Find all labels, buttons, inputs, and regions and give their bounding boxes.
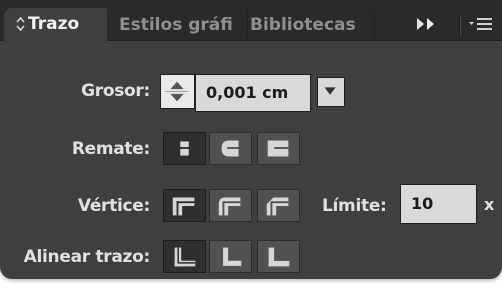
- grosor-label: Grosor:: [81, 81, 150, 101]
- stepper-arrows-icon[interactable]: [161, 75, 194, 108]
- collapse-arrows-icon[interactable]: [16, 16, 25, 32]
- alinear-trazo-label: Alinear trazo:: [23, 247, 151, 267]
- toolbar-divider: [459, 15, 461, 35]
- tab-estilos-graficos[interactable]: Estilos gráfi: [119, 10, 247, 40]
- tab-divider: [374, 12, 375, 38]
- double-chevron-right-icon[interactable]: [413, 16, 439, 32]
- bevel-join-button[interactable]: [257, 189, 300, 222]
- align-outside-button[interactable]: [257, 240, 300, 273]
- tab-divider: [247, 12, 248, 38]
- round-cap-icon: [221, 140, 241, 157]
- limite-unit: x: [484, 195, 495, 214]
- projecting-cap-button[interactable]: [257, 132, 300, 165]
- round-join-icon: [218, 197, 241, 216]
- grosor-dropdown[interactable]: [317, 77, 345, 107]
- align-inside-button[interactable]: [209, 240, 252, 273]
- align-outside-icon: [268, 247, 290, 267]
- panel-menu-icon[interactable]: [467, 15, 495, 35]
- round-cap-button[interactable]: [209, 132, 252, 165]
- butt-cap-icon: [177, 141, 192, 156]
- align-center-icon: [174, 247, 196, 267]
- grosor-stepper[interactable]: [160, 74, 195, 109]
- butt-cap-button[interactable]: [163, 132, 206, 165]
- miter-join-icon: [172, 197, 195, 216]
- limite-label: Límite:: [322, 196, 387, 216]
- limite-input[interactable]: 10: [400, 184, 477, 224]
- vertice-label: Vértice:: [77, 196, 150, 216]
- tab-label: Bibliotecas: [250, 15, 356, 35]
- projecting-cap-icon: [267, 140, 289, 157]
- chevron-down-icon: [324, 87, 336, 95]
- align-inside-icon: [221, 247, 242, 268]
- tab-label: Estilos gráfi: [119, 15, 233, 35]
- bevel-join-icon: [266, 197, 289, 216]
- round-join-button[interactable]: [209, 189, 252, 222]
- tab-label: Trazo: [28, 14, 80, 34]
- remate-label: Remate:: [71, 139, 150, 159]
- panel-tab-bar: Trazo Estilos gráfi Bibliotecas: [0, 0, 502, 41]
- grosor-input[interactable]: 0,001 cm: [195, 74, 311, 112]
- miter-join-button[interactable]: [163, 189, 206, 222]
- tab-bibliotecas[interactable]: Bibliotecas: [250, 10, 374, 40]
- tab-trazo[interactable]: Trazo: [4, 8, 107, 41]
- align-center-button[interactable]: [163, 240, 206, 273]
- stroke-panel: Trazo Estilos gráfi Bibliotecas Grosor:: [0, 0, 502, 279]
